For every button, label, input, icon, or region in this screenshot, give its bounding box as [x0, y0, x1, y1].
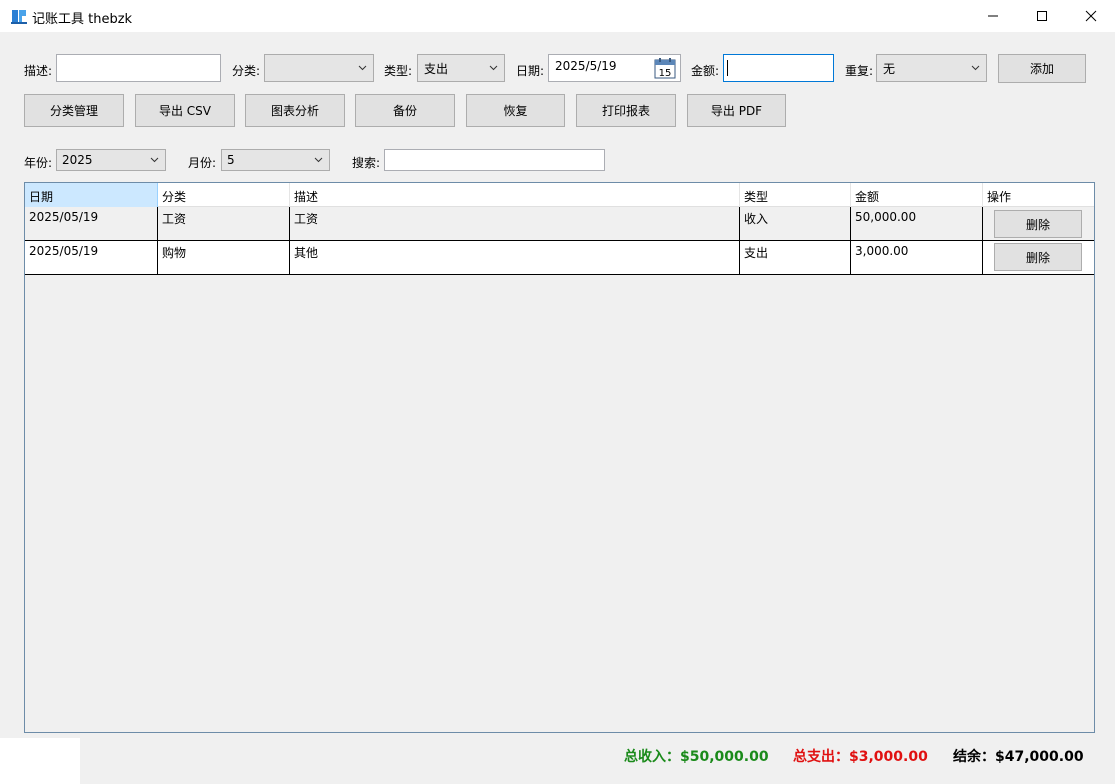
total-income: 总收入：$50,000.00 [624, 749, 769, 765]
bottom-left-strip [0, 738, 80, 784]
search-input[interactable] [384, 149, 605, 171]
desc-label: 描述: [24, 64, 53, 78]
chevron-down-icon [358, 65, 367, 71]
column-header-desc[interactable]: 描述 [290, 183, 740, 207]
chevron-down-icon [314, 157, 323, 163]
close-icon [1085, 10, 1097, 22]
text-cursor [727, 60, 728, 76]
export-csv-button[interactable]: 导出 CSV [135, 94, 235, 127]
date-label: 日期: [516, 64, 545, 78]
category-select[interactable] [264, 54, 374, 82]
desc-input[interactable] [56, 54, 221, 82]
calendar-icon[interactable]: 15 [654, 57, 676, 79]
cell-type[interactable]: 支出 [740, 241, 851, 275]
chart-analysis-button[interactable]: 图表分析 [245, 94, 345, 127]
title-bar: 记账工具 thebzk [0, 0, 1115, 32]
category-manage-button[interactable]: 分类管理 [24, 94, 124, 127]
year-label: 年份: [24, 156, 53, 170]
backup-button[interactable]: 备份 [355, 94, 455, 127]
maximize-icon [1037, 11, 1047, 21]
column-header-action[interactable]: 操作 [983, 183, 1094, 207]
amount-input[interactable] [723, 54, 834, 82]
chevron-down-icon [489, 65, 498, 71]
delete-button[interactable]: 删除 [994, 210, 1082, 238]
print-report-button[interactable]: 打印报表 [576, 94, 676, 127]
delete-button[interactable]: 删除 [994, 243, 1082, 271]
cell-desc[interactable]: 工资 [290, 207, 740, 241]
minimize-button[interactable] [970, 0, 1016, 32]
add-button[interactable]: 添加 [998, 54, 1086, 83]
column-header-amount[interactable]: 金额 [851, 183, 983, 207]
cell-category[interactable]: 购物 [158, 241, 290, 275]
cell-date[interactable]: 2025/05/19 [25, 241, 158, 275]
year-select[interactable]: 2025 [56, 149, 166, 171]
grid-header: 日期 分类 描述 类型 金额 操作 [25, 183, 1094, 207]
total-expense: 总支出：$3,000.00 [793, 749, 928, 765]
cell-date[interactable]: 2025/05/19 [25, 207, 158, 241]
month-label: 月份: [188, 156, 217, 170]
cell-desc[interactable]: 其他 [290, 241, 740, 275]
cell-amount[interactable]: 50,000.00 [851, 207, 983, 241]
cell-amount[interactable]: 3,000.00 [851, 241, 983, 275]
chevron-down-icon [150, 157, 159, 163]
maximize-button[interactable] [1019, 0, 1065, 32]
balance: 结余：$47,000.00 [953, 749, 1084, 765]
window-title: 记账工具 thebzk [32, 12, 133, 27]
svg-text:15: 15 [659, 68, 672, 79]
search-label: 搜索: [352, 156, 381, 170]
column-header-date[interactable]: 日期 [25, 183, 158, 207]
date-picker[interactable]: 2025/5/19 15 [548, 54, 681, 82]
amount-label: 金额: [691, 64, 720, 78]
minimize-icon [988, 15, 998, 17]
close-button[interactable] [1068, 0, 1114, 32]
column-header-category[interactable]: 分类 [158, 183, 290, 207]
table-row[interactable]: 2025/05/19 工资 工资 收入 50,000.00 删除 [25, 207, 1094, 241]
month-select[interactable]: 5 [221, 149, 330, 171]
cell-type[interactable]: 收入 [740, 207, 851, 241]
type-select[interactable]: 支出 [417, 54, 505, 82]
transactions-grid[interactable]: 日期 分类 描述 类型 金额 操作 2025/05/19 工资 工资 收入 50… [24, 182, 1095, 733]
chevron-down-icon [971, 65, 980, 71]
cell-category[interactable]: 工资 [158, 207, 290, 241]
type-label: 类型: [384, 64, 413, 78]
app-logo-icon [11, 10, 27, 24]
restore-button[interactable]: 恢复 [466, 94, 565, 127]
table-row[interactable]: 2025/05/19 购物 其他 支出 3,000.00 删除 [25, 241, 1094, 275]
category-label: 分类: [232, 64, 261, 78]
column-header-type[interactable]: 类型 [740, 183, 851, 207]
export-pdf-button[interactable]: 导出 PDF [687, 94, 786, 127]
repeat-select[interactable]: 无 [876, 54, 987, 82]
repeat-label: 重复: [845, 64, 874, 78]
